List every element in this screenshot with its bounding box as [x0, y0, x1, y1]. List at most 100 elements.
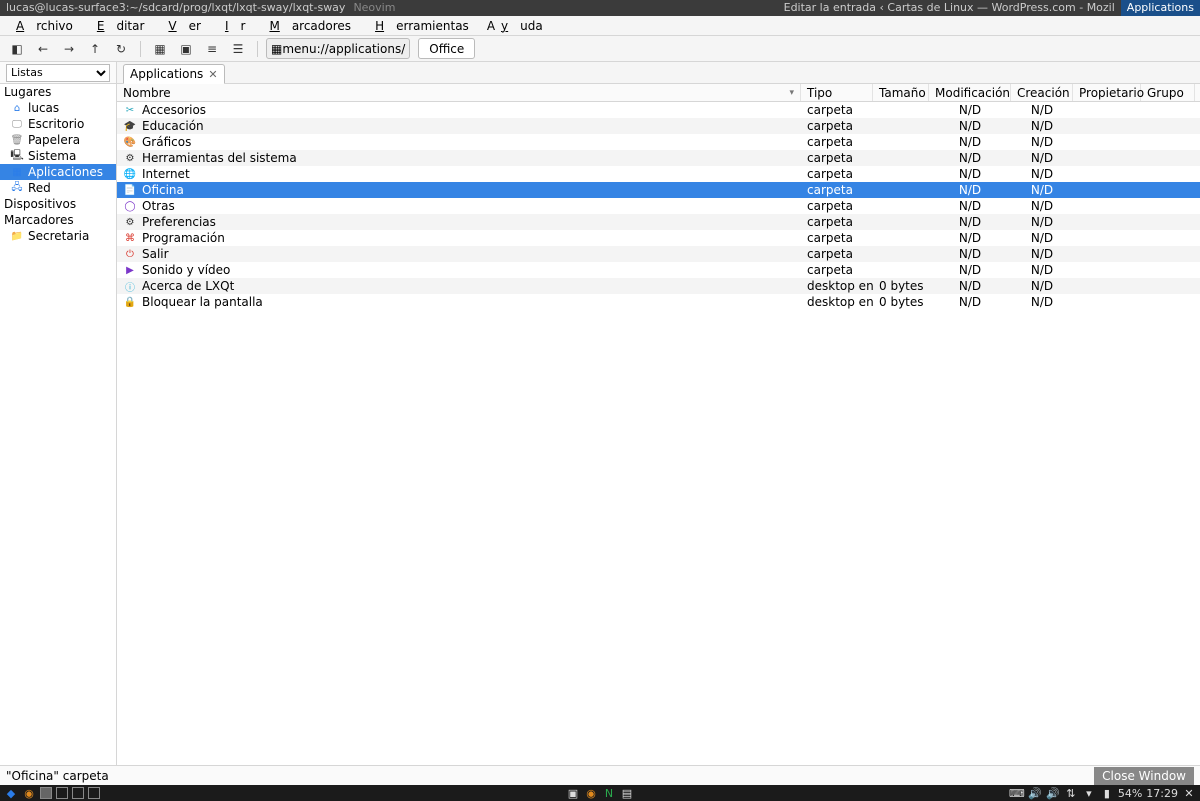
task-terminal-icon[interactable]: ▣ [566, 786, 580, 800]
forward-button[interactable]: → [58, 39, 80, 59]
clock[interactable]: 17:29 [1146, 787, 1178, 800]
menu-archivo[interactable]: Archivo [4, 17, 85, 35]
sidebar-header-lugares: Lugares [0, 84, 116, 100]
reload-button[interactable]: ↻ [110, 39, 132, 59]
col-creacion[interactable]: Creación [1011, 84, 1073, 101]
close-window-button[interactable]: Close Window [1094, 767, 1194, 785]
table-row[interactable]: 🔒Bloquear la pantalladesktop entry0 byte… [117, 294, 1200, 310]
sidebar-mode-dropdown[interactable]: Listas [0, 62, 117, 84]
table-row[interactable]: 🌐InternetcarpetaN/DN/D [117, 166, 1200, 182]
wm-title-active[interactable]: Applications [1121, 0, 1200, 16]
table-row[interactable]: ⌘ProgramacióncarpetaN/DN/D [117, 230, 1200, 246]
sidebar-item-lucas[interactable]: ⌂lucas [0, 100, 116, 116]
table-row[interactable]: ⚙PreferenciascarpetaN/DN/D [117, 214, 1200, 230]
sidebar: Lugares ⌂lucas🖵Escritorio🗑Papelera🖳Siste… [0, 84, 117, 765]
table-row[interactable]: 🎓EducacióncarpetaN/DN/D [117, 118, 1200, 134]
menu-ir[interactable]: Ir [213, 17, 257, 35]
sidebar-item-escritorio[interactable]: 🖵Escritorio [0, 116, 116, 132]
col-tipo[interactable]: Tipo [801, 84, 873, 101]
row-name-label: Internet [142, 167, 190, 181]
tab-close-icon[interactable]: ✕ [208, 68, 217, 81]
wifi-icon[interactable]: ▾ [1082, 786, 1096, 800]
task-firefox-icon[interactable]: ◉ [584, 786, 598, 800]
statusbar: "Oficina" carpeta Close Window [0, 765, 1200, 785]
col-grupo[interactable]: Grupo [1141, 84, 1195, 101]
wm-title-browser[interactable]: Editar la entrada ‹ Cartas de Linux — Wo… [778, 0, 1121, 16]
multimedia-icon: ▶ [123, 263, 137, 277]
view-compact-button[interactable]: ≡ [201, 39, 223, 59]
sidebar-item-secretaria[interactable]: 📁Secretaria [0, 228, 116, 244]
applications-icon: ▦ [10, 165, 24, 179]
wm-title-app1: Neovim [351, 0, 397, 16]
battery-percent: 54% [1118, 787, 1142, 800]
table-row[interactable]: ⚙Herramientas del sistemacarpetaN/DN/D [117, 150, 1200, 166]
task-neovim-icon[interactable]: N [602, 786, 616, 800]
taskbar-left: ◆ ◉ [4, 786, 100, 800]
sidebar-item-sistema[interactable]: 🖳Sistema [0, 148, 116, 164]
table-row[interactable]: ◯OtrascarpetaN/DN/D [117, 198, 1200, 214]
wm-title-terminal[interactable]: lucas@lucas-surface3:~/sdcard/prog/lxqt/… [0, 0, 351, 16]
view-icons-button[interactable]: ▦ [149, 39, 171, 59]
menu-ver[interactable]: Ver [156, 17, 213, 35]
table-row[interactable]: ▶Sonido y vídeocarpetaN/DN/D [117, 262, 1200, 278]
row-name-label: Gráficos [142, 135, 191, 149]
workspace-2[interactable] [56, 787, 68, 799]
addressbar[interactable]: ▦ menu://applications/ [266, 38, 410, 59]
sidebar-item-label: Sistema [28, 149, 76, 163]
table-row[interactable]: 📄OficinacarpetaN/DN/D [117, 182, 1200, 198]
table-row[interactable]: ⓘAcerca de LXQtdesktop entry0 bytesN/DN/… [117, 278, 1200, 294]
sidebar-item-papelera[interactable]: 🗑Papelera [0, 132, 116, 148]
menu-editar[interactable]: Editar [85, 17, 157, 35]
workspace-4[interactable] [88, 787, 100, 799]
start-menu-icon[interactable]: ◆ [4, 786, 18, 800]
battery-icon[interactable]: ▮ [1100, 786, 1114, 800]
toolbar: ◧ ← → ↑ ↻ ▦ ▣ ≡ ☰ ▦ menu://applications/… [0, 36, 1200, 62]
other-icon: ◯ [123, 199, 137, 213]
up-button[interactable]: ↑ [84, 39, 106, 59]
file-panel: Nombre Tipo Tamaño Modificación Creación… [117, 84, 1200, 765]
task-filemanager-icon[interactable]: ▤ [620, 786, 634, 800]
row-name-label: Herramientas del sistema [142, 151, 297, 165]
table-row[interactable]: 🎨GráficoscarpetaN/DN/D [117, 134, 1200, 150]
wm-title-spacer [397, 0, 777, 16]
menu-marcadores[interactable]: Marcadores [257, 17, 363, 35]
row-name-label: Bloquear la pantalla [142, 295, 263, 309]
view-list-button[interactable]: ☰ [227, 39, 249, 59]
sidebar-mode-select[interactable]: Listas [6, 64, 110, 82]
office-icon: 📄 [123, 183, 137, 197]
menu-ayuda[interactable]: Ayuda [481, 17, 555, 35]
logout-tray-icon[interactable]: ✕ [1182, 786, 1196, 800]
keyboard-icon[interactable]: ⌨ [1010, 786, 1024, 800]
view-thumbnails-button[interactable]: ▣ [175, 39, 197, 59]
network-icon: 🖧 [10, 181, 24, 195]
addressbar-path: menu://applications/ [282, 42, 405, 56]
new-tab-button[interactable]: ◧ [6, 39, 28, 59]
table-row[interactable]: ✂AccesorioscarpetaN/DN/D [117, 102, 1200, 118]
graphics-icon: 🎨 [123, 135, 137, 149]
volume2-icon[interactable]: 🔊 [1046, 786, 1060, 800]
sidebar-item-red[interactable]: 🖧Red [0, 180, 116, 196]
education-icon: 🎓 [123, 119, 137, 133]
workspace-3[interactable] [72, 787, 84, 799]
volume-icon[interactable]: 🔊 [1028, 786, 1042, 800]
folder-icon: 📁 [10, 229, 24, 243]
tab-applications[interactable]: Applications ✕ [123, 64, 225, 84]
back-button[interactable]: ← [32, 39, 54, 59]
col-nombre[interactable]: Nombre [117, 84, 801, 101]
sidebar-item-aplicaciones[interactable]: ▦Aplicaciones [0, 164, 116, 180]
col-propietario[interactable]: Propietario [1073, 84, 1141, 101]
col-modificacion[interactable]: Modificación [929, 84, 1011, 101]
row-name-label: Accesorios [142, 103, 206, 117]
toolbar-separator-2 [257, 41, 258, 57]
system-tools-icon: ⚙ [123, 151, 137, 165]
file-rows[interactable]: ✂AccesorioscarpetaN/DN/D🎓Educacióncarpet… [117, 102, 1200, 765]
menu-herramientas[interactable]: Herramientas [363, 17, 481, 35]
breadcrumb-office[interactable]: Office [418, 38, 475, 59]
col-tamano[interactable]: Tamaño [873, 84, 929, 101]
network-tray-icon[interactable]: ⇅ [1064, 786, 1078, 800]
firefox-icon[interactable]: ◉ [22, 786, 36, 800]
development-icon: ⌘ [123, 231, 137, 245]
workspace-1[interactable] [40, 787, 52, 799]
table-row[interactable]: ⏻SalircarpetaN/DN/D [117, 246, 1200, 262]
sidebar-header-dispositivos: Dispositivos [0, 196, 116, 212]
